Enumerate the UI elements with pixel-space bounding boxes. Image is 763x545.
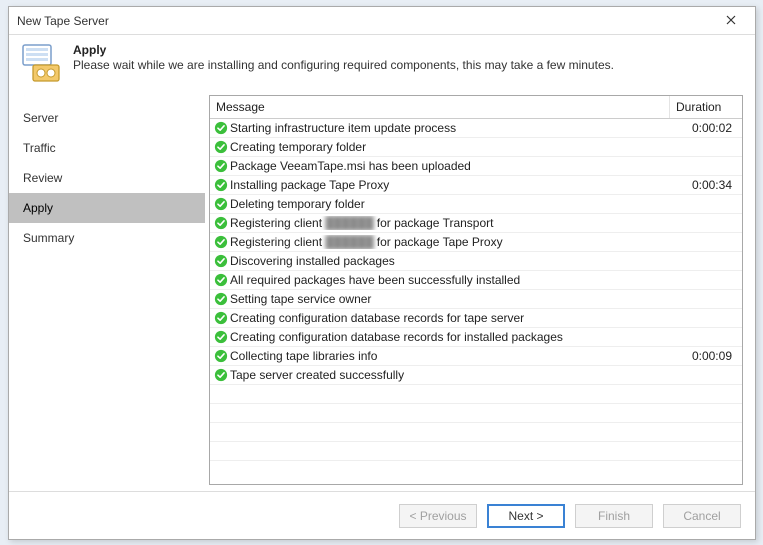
row-message: Registering client ██████ for package Ta… bbox=[230, 235, 670, 249]
wizard-main: Message Duration Starting infrastructure… bbox=[209, 95, 743, 491]
cancel-button: Cancel bbox=[663, 504, 741, 528]
row-duration: 0:00:09 bbox=[670, 349, 742, 363]
table-row[interactable]: Tape server created successfully bbox=[210, 366, 742, 385]
wizard-window: New Tape Server Apply Please wait while … bbox=[8, 6, 756, 540]
sidebar-item-summary[interactable]: Summary bbox=[9, 223, 205, 253]
success-icon bbox=[210, 121, 230, 135]
success-icon bbox=[210, 235, 230, 249]
table-row[interactable]: Deleting temporary folder bbox=[210, 195, 742, 214]
row-message: Package VeeamTape.msi has been uploaded bbox=[230, 159, 670, 173]
success-icon bbox=[210, 311, 230, 325]
row-duration: 0:00:34 bbox=[670, 178, 742, 192]
wizard-icon bbox=[21, 43, 63, 85]
table-row[interactable]: Starting infrastructure item update proc… bbox=[210, 119, 742, 138]
success-icon bbox=[210, 216, 230, 230]
wizard-footer: < Previous Next > Finish Cancel bbox=[9, 491, 755, 539]
window-title: New Tape Server bbox=[17, 14, 715, 28]
close-button[interactable] bbox=[715, 10, 747, 32]
success-icon bbox=[210, 159, 230, 173]
table-row[interactable]: Collecting tape libraries info0:00:09 bbox=[210, 347, 742, 366]
progress-grid: Message Duration Starting infrastructure… bbox=[209, 95, 743, 485]
row-message: Starting infrastructure item update proc… bbox=[230, 121, 670, 135]
table-row[interactable]: Creating configuration database records … bbox=[210, 309, 742, 328]
table-row[interactable]: Creating configuration database records … bbox=[210, 328, 742, 347]
table-row[interactable]: Setting tape service owner bbox=[210, 290, 742, 309]
sidebar-item-server[interactable]: Server bbox=[9, 103, 205, 133]
row-message: Setting tape service owner bbox=[230, 292, 670, 306]
row-message: Creating temporary folder bbox=[230, 140, 670, 154]
row-message: Collecting tape libraries info bbox=[230, 349, 670, 363]
success-icon bbox=[210, 330, 230, 344]
table-row-empty bbox=[210, 385, 742, 404]
table-row-empty bbox=[210, 404, 742, 423]
previous-button: < Previous bbox=[399, 504, 477, 528]
step-description: Please wait while we are installing and … bbox=[73, 58, 614, 72]
row-message: Registering client ██████ for package Tr… bbox=[230, 216, 670, 230]
row-message: Tape server created successfully bbox=[230, 368, 670, 382]
table-row[interactable]: Registering client ██████ for package Ta… bbox=[210, 233, 742, 252]
row-duration: 0:00:02 bbox=[670, 121, 742, 135]
row-message: Deleting temporary folder bbox=[230, 197, 670, 211]
wizard-sidebar: ServerTrafficReviewApplySummary bbox=[9, 95, 205, 491]
row-message: Installing package Tape Proxy bbox=[230, 178, 670, 192]
success-icon bbox=[210, 273, 230, 287]
finish-button: Finish bbox=[575, 504, 653, 528]
success-icon bbox=[210, 254, 230, 268]
row-message: Discovering installed packages bbox=[230, 254, 670, 268]
row-message: All required packages have been successf… bbox=[230, 273, 670, 287]
table-row[interactable]: All required packages have been successf… bbox=[210, 271, 742, 290]
wizard-header: Apply Please wait while we are installin… bbox=[9, 35, 755, 91]
table-row[interactable]: Discovering installed packages bbox=[210, 252, 742, 271]
step-title: Apply bbox=[73, 43, 614, 57]
sidebar-item-apply[interactable]: Apply bbox=[9, 193, 205, 223]
next-button[interactable]: Next > bbox=[487, 504, 565, 528]
success-icon bbox=[210, 349, 230, 363]
grid-body[interactable]: Starting infrastructure item update proc… bbox=[210, 119, 742, 484]
table-row[interactable]: Registering client ██████ for package Tr… bbox=[210, 214, 742, 233]
table-row-empty bbox=[210, 423, 742, 442]
success-icon bbox=[210, 292, 230, 306]
grid-header: Message Duration bbox=[210, 96, 742, 119]
sidebar-item-traffic[interactable]: Traffic bbox=[9, 133, 205, 163]
table-row[interactable]: Installing package Tape Proxy0:00:34 bbox=[210, 176, 742, 195]
column-header-duration[interactable]: Duration bbox=[670, 96, 742, 118]
wizard-header-text: Apply Please wait while we are installin… bbox=[73, 43, 614, 85]
row-message: Creating configuration database records … bbox=[230, 311, 670, 325]
table-row[interactable]: Creating temporary folder bbox=[210, 138, 742, 157]
table-row-empty bbox=[210, 442, 742, 461]
success-icon bbox=[210, 368, 230, 382]
wizard-body: ServerTrafficReviewApplySummary Message … bbox=[9, 91, 755, 491]
close-icon bbox=[726, 15, 736, 25]
row-message: Creating configuration database records … bbox=[230, 330, 670, 344]
success-icon bbox=[210, 197, 230, 211]
success-icon bbox=[210, 178, 230, 192]
titlebar: New Tape Server bbox=[9, 7, 755, 35]
column-header-message[interactable]: Message bbox=[210, 96, 670, 118]
sidebar-item-review[interactable]: Review bbox=[9, 163, 205, 193]
table-row[interactable]: Package VeeamTape.msi has been uploaded bbox=[210, 157, 742, 176]
success-icon bbox=[210, 140, 230, 154]
